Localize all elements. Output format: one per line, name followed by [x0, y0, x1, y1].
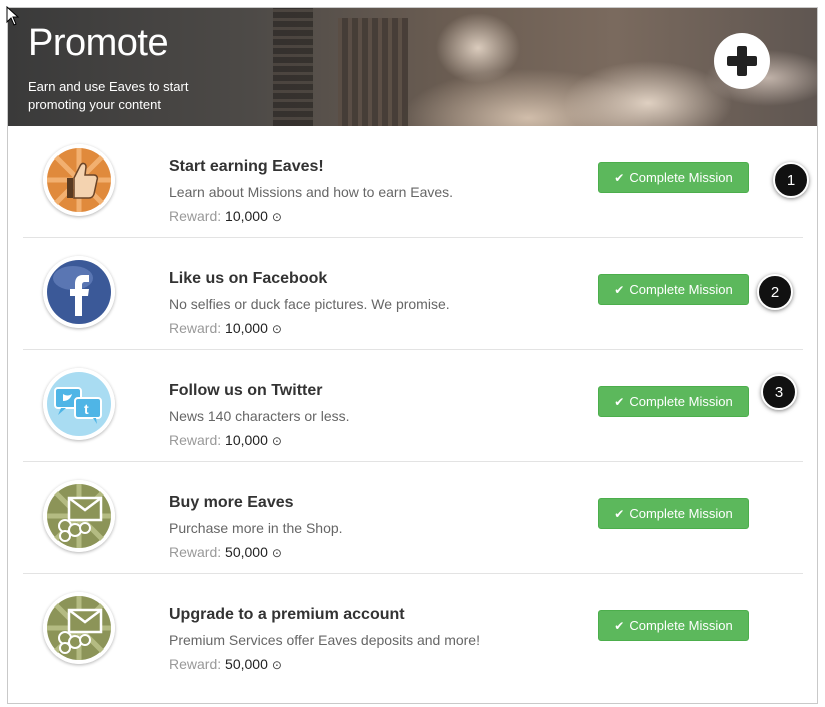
mission-description: Purchase more in the Shop.	[169, 520, 343, 536]
step-marker: 3	[761, 374, 797, 410]
mission-row: Like us on Facebook No selfies or duck f…	[23, 238, 803, 350]
mission-row: Start earning Eaves! Learn about Mission…	[23, 126, 809, 238]
check-icon: ✔	[614, 618, 625, 633]
envelope-coins-badge-icon	[43, 592, 115, 664]
eaves-coin-icon: ⊙	[271, 658, 282, 672]
reward-amount: 10,000	[225, 208, 268, 224]
plus-icon	[727, 46, 757, 76]
reward-label: Reward:	[169, 320, 222, 336]
mission-list: Start earning Eaves! Learn about Mission…	[23, 126, 809, 685]
page-subtitle: Earn and use Eaves to start promoting yo…	[28, 79, 189, 112]
reward-amount: 50,000	[225, 656, 268, 672]
eaves-coin-icon: ⊙	[271, 546, 282, 560]
mission-description: Premium Services offer Eaves deposits an…	[169, 632, 480, 648]
mission-reward: Reward: 10,000 ⊙	[169, 432, 282, 448]
button-label: Complete Mission	[629, 282, 733, 297]
mission-title: Start earning Eaves!	[169, 158, 324, 175]
complete-mission-button[interactable]: ✔ Complete Mission	[598, 610, 749, 641]
button-label: Complete Mission	[629, 394, 733, 409]
banner-tower-graphic	[273, 8, 313, 126]
mission-description: No selfies or duck face pictures. We pro…	[169, 296, 450, 312]
mission-description: Learn about Missions and how to earn Eav…	[169, 184, 454, 200]
mission-reward: Reward: 10,000 ⊙	[169, 320, 282, 336]
complete-mission-button[interactable]: ✔ Complete Mission	[598, 498, 749, 529]
mission-title: Follow us on Twitter	[169, 382, 323, 399]
mouse-cursor-icon	[6, 6, 20, 26]
mission-title: Like us on Facebook	[169, 270, 328, 287]
mission-row: Upgrade to a premium account Premium Ser…	[23, 574, 803, 685]
reward-label: Reward:	[169, 544, 222, 560]
mission-row: Buy more Eaves Purchase more in the Shop…	[23, 462, 803, 574]
promote-panel: Promote Earn and use Eaves to start prom…	[7, 7, 818, 704]
page-title: Promote	[28, 22, 169, 64]
mission-description: News 140 characters or less.	[169, 408, 350, 424]
reward-label: Reward:	[169, 432, 222, 448]
eaves-coin-icon: ⊙	[271, 210, 282, 224]
button-label: Complete Mission	[629, 618, 733, 633]
reward-amount: 10,000	[225, 432, 268, 448]
mission-reward: Reward: 50,000 ⊙	[169, 544, 282, 560]
add-button[interactable]	[714, 33, 770, 89]
svg-text:t: t	[84, 401, 89, 417]
complete-mission-button[interactable]: ✔ Complete Mission	[598, 162, 749, 193]
button-label: Complete Mission	[629, 170, 733, 185]
mission-row: t Follow us on Twitter News 140 characte…	[23, 350, 803, 462]
button-label: Complete Mission	[629, 506, 733, 521]
complete-mission-button[interactable]: ✔ Complete Mission	[598, 386, 749, 417]
reward-label: Reward:	[169, 208, 222, 224]
banner-gantry-graphic	[338, 18, 408, 126]
promote-banner: Promote Earn and use Eaves to start prom…	[8, 8, 817, 126]
reward-amount: 10,000	[225, 320, 268, 336]
step-marker: 2	[757, 274, 793, 310]
mission-reward: Reward: 10,000 ⊙	[169, 208, 282, 224]
twitter-badge-icon: t	[43, 368, 115, 440]
envelope-coins-badge-icon	[43, 480, 115, 552]
facebook-badge-icon	[43, 256, 115, 328]
eaves-coin-icon: ⊙	[271, 322, 282, 336]
mission-title: Buy more Eaves	[169, 494, 294, 511]
reward-amount: 50,000	[225, 544, 268, 560]
reward-label: Reward:	[169, 656, 222, 672]
thumbs-up-badge-icon	[43, 144, 115, 216]
complete-mission-button[interactable]: ✔ Complete Mission	[598, 274, 749, 305]
check-icon: ✔	[614, 282, 625, 297]
step-marker: 1	[773, 162, 809, 198]
check-icon: ✔	[614, 394, 625, 409]
check-icon: ✔	[614, 506, 625, 521]
check-icon: ✔	[614, 170, 625, 185]
mission-title: Upgrade to a premium account	[169, 606, 405, 623]
eaves-coin-icon: ⊙	[271, 434, 282, 448]
mission-reward: Reward: 50,000 ⊙	[169, 656, 282, 672]
